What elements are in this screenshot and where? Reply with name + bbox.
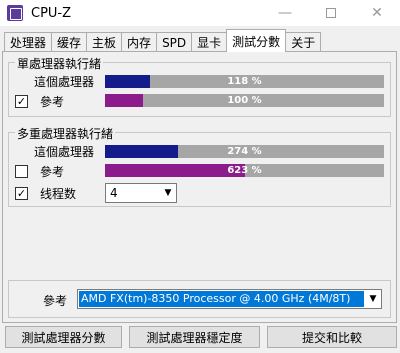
minimize-button[interactable]: —: [262, 0, 308, 26]
multi-thread-group: 多重處理器執行緒 這個處理器 274 % 參考 623 % ✓ 线程数 4 ▼: [8, 125, 391, 207]
close-button[interactable]: ✕: [354, 0, 400, 26]
single-reference-row: ✓ 參考: [15, 93, 64, 110]
tab-memory[interactable]: 内存: [121, 32, 158, 52]
multi-reference-bar: 623 %: [105, 164, 384, 177]
single-this-cpu-score: 118 %: [227, 76, 262, 87]
maximize-button[interactable]: [308, 0, 354, 26]
tab-about[interactable]: 关于: [285, 32, 322, 52]
single-thread-group: 單處理器執行緒 這個處理器 118 % ✓ 參考 100 %: [8, 55, 391, 117]
window-controls: — ✕: [262, 0, 400, 26]
single-thread-title: 單處理器執行緒: [15, 55, 104, 72]
bench-tab-panel: 單處理器執行緒 這個處理器 118 % ✓ 參考 100 % 多重處理器執行緒 …: [2, 51, 397, 323]
chevron-down-icon: ▼: [164, 188, 172, 198]
cpu-z-app-icon: [7, 5, 23, 21]
reference-select-group: 參考 AMD FX(tm)-8350 Processor @ 4.00 GHz …: [8, 280, 391, 318]
multi-reference-label: 參考: [40, 165, 65, 179]
multi-reference-checkbox[interactable]: [15, 165, 28, 178]
threads-label: 线程数: [40, 187, 77, 201]
single-this-cpu-bar: 118 %: [105, 75, 384, 88]
reference-processor-value: AMD FX(tm)-8350 Processor @ 4.00 GHz (4M…: [79, 291, 364, 307]
multi-this-cpu-score: 274 %: [227, 146, 262, 157]
maximize-icon: [326, 8, 336, 18]
minimize-icon: —: [278, 5, 292, 21]
single-reference-score: 100 %: [227, 95, 262, 106]
threads-row: ✓ 线程数: [15, 185, 76, 202]
multi-reference-score: 623 %: [227, 165, 262, 176]
multi-this-cpu-bar: 274 %: [105, 145, 384, 158]
tab-processor[interactable]: 处理器: [4, 32, 53, 52]
threads-select-value: 4: [110, 186, 118, 200]
title-bar: CPU-Z — ✕: [0, 0, 400, 26]
threads-checkbox[interactable]: ✓: [15, 187, 28, 200]
tab-graphics[interactable]: 显卡: [191, 32, 228, 52]
single-this-cpu-label: 這個處理器: [34, 75, 95, 89]
multi-reference-row: 參考: [15, 163, 64, 180]
stress-cpu-button[interactable]: 測試處理器穩定度: [129, 326, 260, 348]
reference-processor-select[interactable]: AMD FX(tm)-8350 Processor @ 4.00 GHz (4M…: [77, 289, 382, 309]
bench-cpu-button[interactable]: 測試處理器分數: [5, 326, 122, 348]
tab-strip: 处理器 缓存 主板 内存 SPD 显卡 測試分數 关于: [4, 29, 322, 52]
window-title: CPU-Z: [31, 5, 72, 21]
tab-mainboard[interactable]: 主板: [86, 32, 123, 52]
action-buttons: 測試處理器分數 測試處理器穩定度 提交和比較: [5, 326, 397, 348]
single-reference-checkbox[interactable]: ✓: [15, 95, 28, 108]
tab-spd[interactable]: SPD: [156, 32, 193, 52]
tab-cache[interactable]: 缓存: [51, 32, 88, 52]
single-reference-bar: 100 %: [105, 94, 384, 107]
multi-this-cpu-row: 這個處理器: [34, 143, 94, 160]
reference-select-label: 參考: [43, 294, 68, 308]
close-icon: ✕: [371, 5, 383, 21]
tab-bench[interactable]: 測試分數: [226, 29, 287, 52]
threads-select[interactable]: 4 ▼: [105, 183, 177, 203]
single-reference-label: 參考: [40, 95, 65, 109]
multi-thread-title: 多重處理器執行緒: [15, 125, 116, 142]
single-this-cpu-row: 這個處理器: [34, 73, 94, 90]
submit-compare-button[interactable]: 提交和比較: [267, 326, 397, 348]
chevron-down-icon: ▼: [369, 294, 377, 304]
multi-this-cpu-label: 這個處理器: [34, 145, 95, 159]
